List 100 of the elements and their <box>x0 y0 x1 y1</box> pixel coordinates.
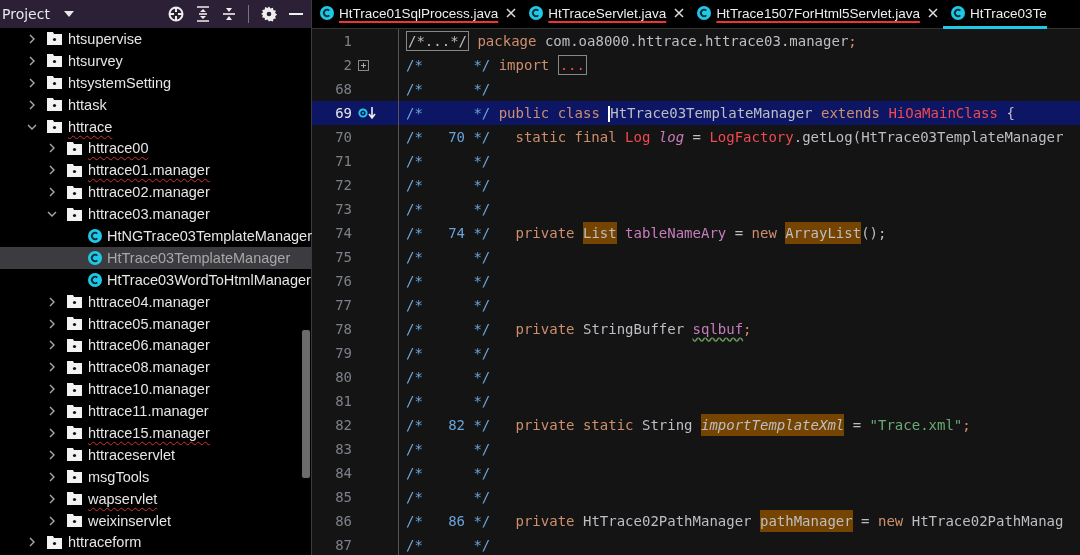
folder-item[interactable]: htsupervise <box>0 28 311 50</box>
folder-item[interactable]: htsurvey <box>0 49 311 72</box>
folder-icon <box>67 404 82 418</box>
code-line: /* */ import ... <box>406 57 587 73</box>
tree-item-label: msgTools <box>88 468 150 485</box>
folder-item[interactable]: httrace00 <box>0 137 311 160</box>
tree-item-label: HtNGTrace03TemplateManager <box>107 227 312 244</box>
tree-item-label: httraceform <box>68 534 142 551</box>
scrollbar-thumb[interactable] <box>302 330 310 478</box>
code-line: /* 74 */ private List tableNameAry = new ArrayList(); <box>406 225 887 241</box>
tree-item-label: HtTrace03TemplateManager <box>107 249 291 266</box>
editor-tab[interactable]: HtTrace03Te <box>942 0 1047 29</box>
folder-item[interactable]: httrace15.manager <box>0 422 311 444</box>
folder-item[interactable]: httraceform <box>0 531 311 554</box>
crosshair-icon[interactable] <box>168 6 184 22</box>
expand-all-icon[interactable] <box>196 6 210 22</box>
line-number: 76 <box>334 273 352 289</box>
class-file-item[interactable]: HtTrace03WordToHtmlManager <box>0 268 311 291</box>
class-icon <box>88 228 102 243</box>
code-line: /* */ <box>406 81 492 97</box>
folder-item[interactable]: wapservlet <box>0 487 311 510</box>
close-icon[interactable] <box>506 8 517 18</box>
folder-item[interactable]: httrace06.manager <box>0 334 311 357</box>
folder-icon <box>67 492 82 506</box>
tree-item-label: wapservlet <box>88 490 158 507</box>
folder-item[interactable]: httrace02.manager <box>0 181 311 204</box>
line-number: 70 <box>334 129 352 145</box>
tree-item-label: htsupervise <box>68 30 143 47</box>
folder-icon <box>67 470 82 484</box>
editor-tab[interactable]: HtTraceServlet.java <box>521 0 690 29</box>
close-icon[interactable] <box>927 8 938 18</box>
line-number: 82 <box>334 417 352 433</box>
line-number: 73 <box>334 201 352 217</box>
line-number: 81 <box>334 393 352 409</box>
class-icon <box>697 6 712 20</box>
folder-icon <box>47 120 62 133</box>
tab-label: HtTrace03Te <box>969 5 1047 21</box>
line-number: 79 <box>334 345 352 361</box>
code-line: /* */ <box>406 273 492 289</box>
folder-item[interactable]: httrace11.manager <box>0 400 311 423</box>
folder-icon <box>67 185 82 199</box>
code-line: /* 86 */ private HtTrace02PathManager pathManager = new HtTrace02PathManag <box>406 513 1064 529</box>
line-number: 2 <box>342 57 352 73</box>
editor-tab[interactable]: HtTrace1507ForHtml5Servlet.java <box>689 0 943 29</box>
folder-icon <box>67 514 82 528</box>
line-number: 85 <box>334 489 352 505</box>
folder-icon <box>67 207 82 221</box>
line-number: 69 <box>334 105 352 121</box>
code-line: /* */ <box>406 177 492 193</box>
project-view-dropdown[interactable]: Project <box>0 1 76 27</box>
line-number: 74 <box>334 225 352 241</box>
collapse-all-icon[interactable] <box>222 6 236 22</box>
folder-icon <box>67 295 82 309</box>
folder-item[interactable]: httask <box>0 93 311 116</box>
folder-item[interactable]: htsystemSetting <box>0 71 311 94</box>
folder-item[interactable]: httraceservlet <box>0 443 311 466</box>
folder-item[interactable]: httrace03.manager <box>0 203 311 225</box>
line-number: 68 <box>334 81 352 97</box>
folder-icon <box>67 163 82 177</box>
fold-icon[interactable] <box>358 59 369 71</box>
tree-item-label: httrace04.manager <box>88 293 210 310</box>
class-icon <box>88 250 102 265</box>
class-file-item[interactable]: HtNGTrace03TemplateManager <box>0 225 311 247</box>
line-number: 72 <box>334 177 352 193</box>
folder-icon <box>67 317 82 330</box>
folder-icon <box>47 98 62 112</box>
tree-item-label: weixinservlet <box>88 512 171 529</box>
folder-item[interactable]: httrace08.manager <box>0 356 311 379</box>
folder-item[interactable]: httrace <box>0 115 311 138</box>
tab-label: HtTrace1507ForHtml5Servlet.java <box>716 5 920 21</box>
line-number: 77 <box>334 297 352 313</box>
tree-item-label: httrace06.manager <box>88 337 210 354</box>
folder-item[interactable]: weixinservlet <box>0 509 311 532</box>
tree-item-label: httrace15.manager <box>88 424 210 441</box>
folder-item[interactable]: msgTools <box>0 465 311 488</box>
folder-icon <box>67 141 82 155</box>
tab-label: HtTrace01SqlProcess.java <box>339 5 499 21</box>
line-number: 1 <box>342 33 352 49</box>
folder-item[interactable]: httrace01.manager <box>0 159 311 182</box>
folder-item[interactable]: httrace05.manager <box>0 312 311 335</box>
tree-item-label: httask <box>68 96 107 113</box>
code-line: /* */ <box>406 489 492 505</box>
class-icon <box>88 272 102 287</box>
line-number: 75 <box>334 249 352 265</box>
class-icon <box>320 6 334 20</box>
folder-item[interactable]: httrace04.manager <box>0 290 311 313</box>
code-line: /* */ <box>406 369 492 385</box>
code-line: /* 82 */ private static String importTemplateXml = "Trace.xml"; <box>406 417 971 433</box>
override-icon[interactable] <box>358 106 378 120</box>
class-icon <box>529 6 544 20</box>
editor-tab[interactable]: HtTrace01SqlProcess.java <box>312 0 522 29</box>
class-file-item[interactable]: HtTrace03TemplateManager <box>0 246 311 269</box>
folder-icon <box>67 338 82 352</box>
line-number: 87 <box>334 537 352 553</box>
tree-item-label: httrace03.manager <box>88 206 210 223</box>
close-icon[interactable] <box>674 8 685 18</box>
settings-icon[interactable] <box>261 6 277 22</box>
code-line: /* */ <box>406 249 492 265</box>
folder-item[interactable]: httrace10.manager <box>0 378 311 401</box>
folder-icon <box>47 32 62 46</box>
